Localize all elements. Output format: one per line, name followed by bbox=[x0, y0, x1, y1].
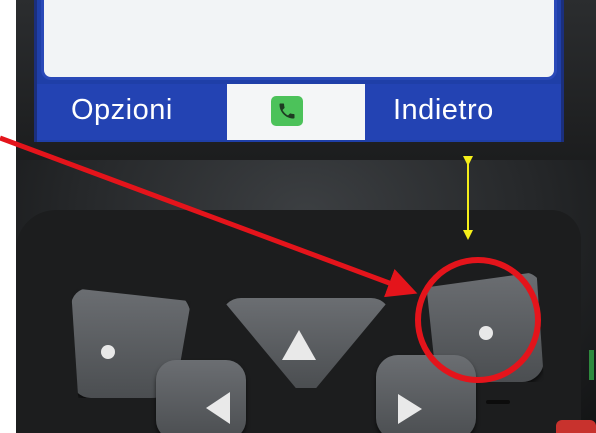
arrow-right-icon bbox=[398, 394, 422, 424]
speaker-slot bbox=[486, 400, 510, 404]
screen-content-area bbox=[41, 0, 557, 80]
right-nav-button[interactable] bbox=[376, 355, 476, 433]
softkey-right-label: Indietro bbox=[393, 94, 494, 126]
arrow-up-icon bbox=[282, 330, 316, 360]
left-softkey-dot-icon bbox=[101, 345, 115, 359]
device-photo: Opzioni Indietro bbox=[16, 0, 596, 433]
softkey-bar: Opzioni Indietro bbox=[37, 84, 561, 140]
softkey-left-label: Opzioni bbox=[71, 94, 173, 126]
status-led bbox=[589, 350, 594, 380]
left-nav-button[interactable] bbox=[156, 360, 246, 433]
phone-icon bbox=[271, 96, 303, 126]
call-indicator bbox=[227, 84, 365, 140]
right-softkey-dot-icon bbox=[479, 326, 493, 340]
end-call-button[interactable] bbox=[556, 420, 596, 433]
device-screen: Opzioni Indietro bbox=[34, 0, 564, 142]
arrow-left-icon bbox=[206, 392, 230, 424]
